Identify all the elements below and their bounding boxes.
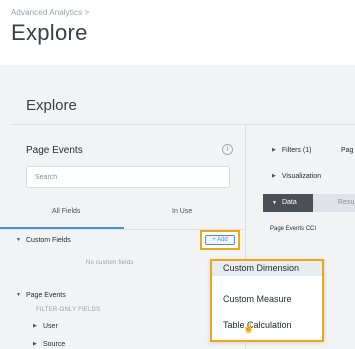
info-icon[interactable]: i [222,144,233,155]
menu-item-custom-measure[interactable]: Custom Measure [223,294,292,304]
tree-item-page-events[interactable]: ▼ Page Events [16,292,66,299]
filters-label: Filters (1) [281,147,312,154]
tree-item-custom-fields[interactable]: ▼ Custom Fields [16,237,71,244]
tab-data[interactable]: ▼ Data [263,194,313,212]
hand-cursor-icon: ☝ [243,323,255,333]
caret-right-icon: ▶ [272,147,276,154]
caret-down-icon: ▼ [16,237,21,244]
no-custom-fields-text: No custom fields [86,260,134,266]
caret-down-icon: ▼ [16,292,21,299]
search-input[interactable] [26,166,230,188]
tree-item-label: Page Events [26,292,66,299]
menu-item-custom-dimension[interactable]: Custom Dimension [223,263,299,273]
filter-only-label: FILTER-ONLY FIELDS [36,307,101,313]
filters-section[interactable]: ▶ Filters (1) [272,147,311,154]
tree-item-label: Source [43,341,66,348]
caret-right-icon: ▶ [33,341,37,348]
add-button[interactable]: + Add [205,235,235,245]
tree-item-label: User [43,323,58,330]
add-dropdown-menu: Custom Dimension Custom Measure Table Ca… [210,259,324,342]
tab-in-use[interactable]: In Use [172,208,192,215]
tab-results[interactable]: Resu [338,194,354,212]
add-button-highlight: + Add [200,230,240,250]
caret-right-icon: ▶ [33,323,37,330]
tree-item-user[interactable]: ▶ User [33,323,58,330]
tab-all-fields[interactable]: All Fields [52,208,80,215]
visualization-section[interactable]: ▶ Visualization [272,173,321,180]
top-header: Advanced Analytics > Explore [0,0,355,58]
tab-data-label: Data [281,199,297,206]
divider [12,124,355,125]
visualization-label: Visualization [281,173,322,180]
page-title: Explore [11,20,88,45]
page-tab-partial[interactable]: Pag [341,147,353,154]
breadcrumb[interactable]: Advanced Analytics > [11,8,89,17]
model-name: Page Events [26,145,83,156]
tree-item-source[interactable]: ▶ Source [33,341,65,348]
tree-item-label: Custom Fields [26,237,71,244]
menu-item-table-calculation[interactable]: Table Calculation [223,320,292,330]
caret-right-icon: ▶ [272,173,276,180]
field-chip[interactable]: Page Events CCI [270,226,316,232]
explore-heading: Explore [26,97,77,114]
